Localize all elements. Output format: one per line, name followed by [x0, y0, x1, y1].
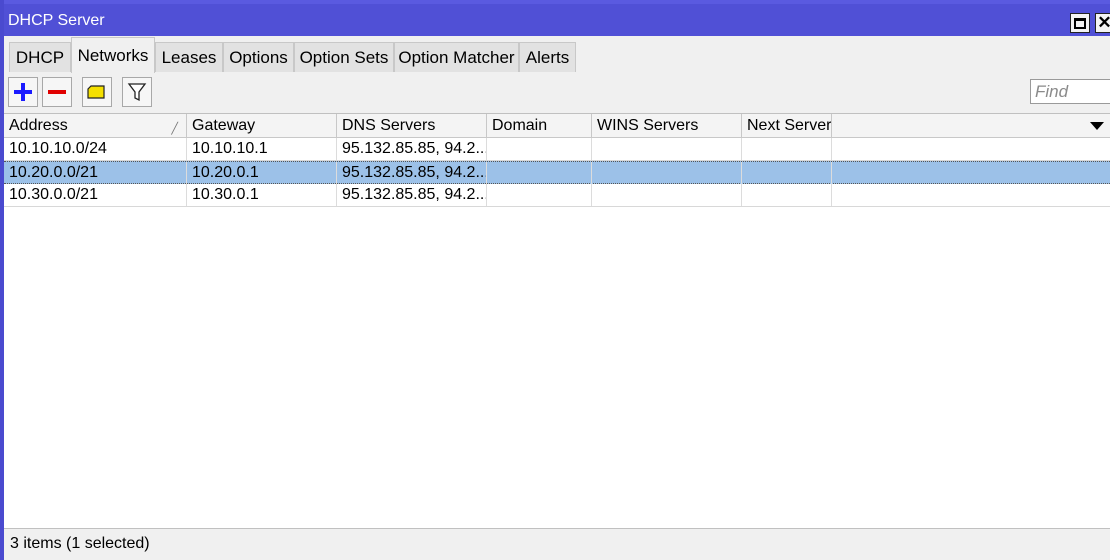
column-header-address[interactable]: Address ╱ [4, 114, 187, 137]
tab-options[interactable]: Options [223, 42, 294, 72]
cell-dns-servers: 95.132.85.85, 94.2... [337, 138, 487, 160]
cell-dns-servers: 95.132.85.85, 94.2... [337, 184, 487, 206]
close-icon: ✕ [1097, 13, 1110, 32]
sort-icon: ╱ [171, 123, 178, 135]
cell-gateway: 10.10.10.1 [187, 138, 337, 160]
filter-icon [127, 83, 147, 102]
column-header-domain[interactable]: Domain [487, 114, 592, 137]
tab-networks[interactable]: Networks [71, 37, 155, 73]
dhcp-server-window: DHCP Server ✕ DHCP Networks Leases Optio… [0, 0, 1110, 560]
comment-button[interactable] [82, 77, 112, 107]
cell-gateway: 10.20.0.1 [187, 162, 337, 184]
cell-gateway: 10.30.0.1 [187, 184, 337, 206]
cell-domain [487, 162, 592, 184]
remove-button[interactable] [42, 77, 72, 107]
cell-wins-servers [592, 138, 742, 160]
maximize-icon [1074, 17, 1086, 29]
filter-button[interactable] [122, 77, 152, 107]
column-header-next-server[interactable]: Next Server [742, 114, 832, 137]
cell-dns-servers: 95.132.85.85, 94.2... [337, 162, 487, 184]
cell-wins-servers [592, 162, 742, 184]
tab-bar: DHCP Networks Leases Options Option Sets… [4, 36, 1110, 73]
table-row[interactable]: 10.10.10.0/24 10.10.10.1 95.132.85.85, 9… [4, 138, 1110, 161]
window-title: DHCP Server [8, 12, 105, 29]
comment-icon [87, 85, 105, 99]
maximize-button[interactable] [1070, 13, 1090, 33]
cell-address: 10.20.0.0/21 [4, 162, 187, 184]
cell-next-server [742, 138, 832, 160]
cell-domain [487, 184, 592, 206]
toolbar [4, 73, 1110, 111]
title-bar[interactable]: DHCP Server ✕ [4, 0, 1110, 36]
tab-dhcp[interactable]: DHCP [9, 42, 71, 72]
column-header-gateway[interactable]: Gateway [187, 114, 337, 137]
cell-wins-servers [592, 184, 742, 206]
tab-option-sets[interactable]: Option Sets [294, 42, 394, 72]
cell-address: 10.30.0.0/21 [4, 184, 187, 206]
table-row[interactable]: 10.20.0.0/21 10.20.0.1 95.132.85.85, 94.… [4, 161, 1110, 184]
add-button[interactable] [8, 77, 38, 107]
cell-domain [487, 138, 592, 160]
close-button[interactable]: ✕ [1095, 13, 1110, 33]
column-header-wins-servers[interactable]: WINS Servers [592, 114, 742, 137]
tab-alerts[interactable]: Alerts [519, 42, 576, 72]
find-input[interactable] [1030, 79, 1110, 104]
add-icon [14, 83, 32, 101]
cell-next-server [742, 184, 832, 206]
column-menu-icon[interactable] [1090, 122, 1104, 130]
table-header: Address ╱ Gateway DNS Servers Domain WINS… [4, 114, 1110, 138]
status-text: 3 items (1 selected) [10, 535, 150, 552]
remove-icon [48, 90, 66, 94]
status-bar: 3 items (1 selected) [4, 528, 1110, 560]
column-header-dns-servers[interactable]: DNS Servers [337, 114, 487, 137]
cell-address: 10.10.10.0/24 [4, 138, 187, 160]
cell-next-server [742, 162, 832, 184]
tab-option-matcher[interactable]: Option Matcher [394, 42, 519, 72]
table-row[interactable]: 10.30.0.0/21 10.30.0.1 95.132.85.85, 94.… [4, 184, 1110, 207]
networks-table: Address ╱ Gateway DNS Servers Domain WINS… [4, 113, 1110, 528]
tab-leases[interactable]: Leases [155, 42, 223, 72]
